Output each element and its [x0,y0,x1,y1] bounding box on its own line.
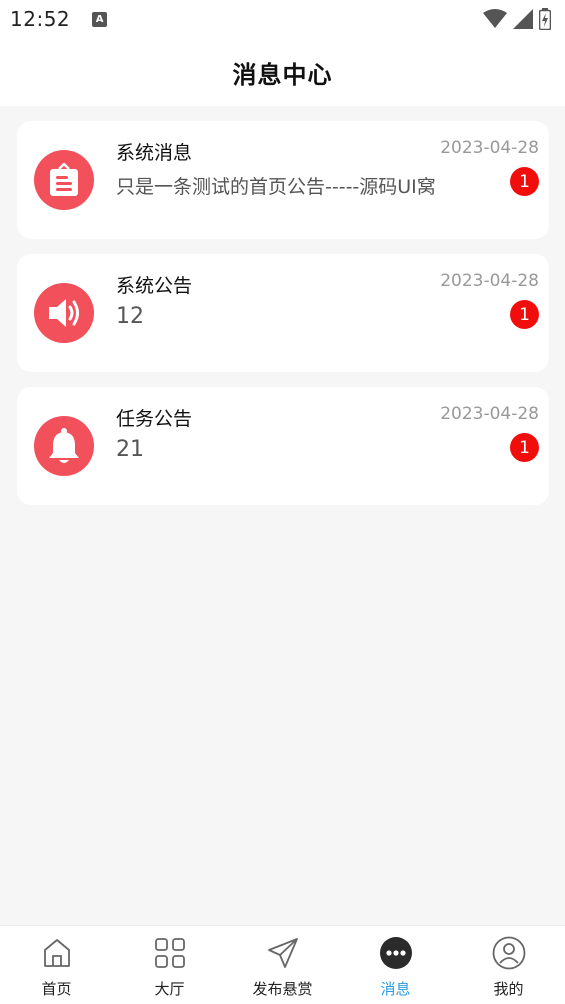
message-title: 系统消息 [116,142,193,164]
tab-label: 大厅 [154,980,185,998]
signal-icon [513,9,533,29]
send-icon [266,936,300,970]
message-date: 2023-04-28 [440,138,539,158]
message-card-system-message[interactable]: 系统消息 只是一条测试的首页公告-----源码UI窝 2023-04-28 1 [17,121,549,239]
tab-label: 我的 [493,980,524,998]
message-preview: 21 [116,437,144,462]
tab-label: 首页 [41,980,72,998]
message-preview: 12 [116,304,144,329]
status-indicators [483,8,551,30]
tab-post-bounty[interactable]: 发布悬赏 [226,926,339,1004]
notice-board-icon [34,150,94,210]
status-bar: 12:52 A [0,0,565,38]
message-title: 任务公告 [116,408,193,430]
home-icon [40,936,74,970]
message-date: 2023-04-28 [440,271,539,291]
unread-badge: 1 [510,300,539,329]
unread-badge: 1 [510,433,539,462]
speaker-icon [34,283,94,343]
message-card-task-announcement[interactable]: 任务公告 21 2023-04-28 1 [17,387,549,505]
tab-label: 消息 [380,980,411,998]
unread-badge: 1 [510,167,539,196]
header: 消息中心 [0,38,565,106]
bell-icon [34,416,94,476]
message-list: 系统消息 只是一条测试的首页公告-----源码UI窝 2023-04-28 1 … [17,121,549,520]
message-card-system-announcement[interactable]: 系统公告 12 2023-04-28 1 [17,254,549,372]
tab-home[interactable]: 首页 [0,926,113,1004]
tab-mine[interactable]: 我的 [452,926,565,1004]
message-title: 系统公告 [116,275,193,297]
message-preview: 只是一条测试的首页公告-----源码UI窝 [116,176,436,198]
tab-hall[interactable]: 大厅 [113,926,226,1004]
chat-dots-icon [379,936,413,970]
message-date: 2023-04-28 [440,404,539,424]
notification-a-icon: A [92,11,108,27]
tab-messages[interactable]: 消息 [339,926,452,1004]
bottom-tab-bar: 首页 大厅 发布悬赏 消息 我的 [0,925,565,1004]
user-icon [492,936,526,970]
grid-icon [153,936,187,970]
battery-icon [539,8,551,30]
tab-label: 发布悬赏 [252,980,313,998]
status-time: 12:52 [10,7,71,31]
page-title: 消息中心 [232,60,333,89]
wifi-icon [483,9,507,28]
